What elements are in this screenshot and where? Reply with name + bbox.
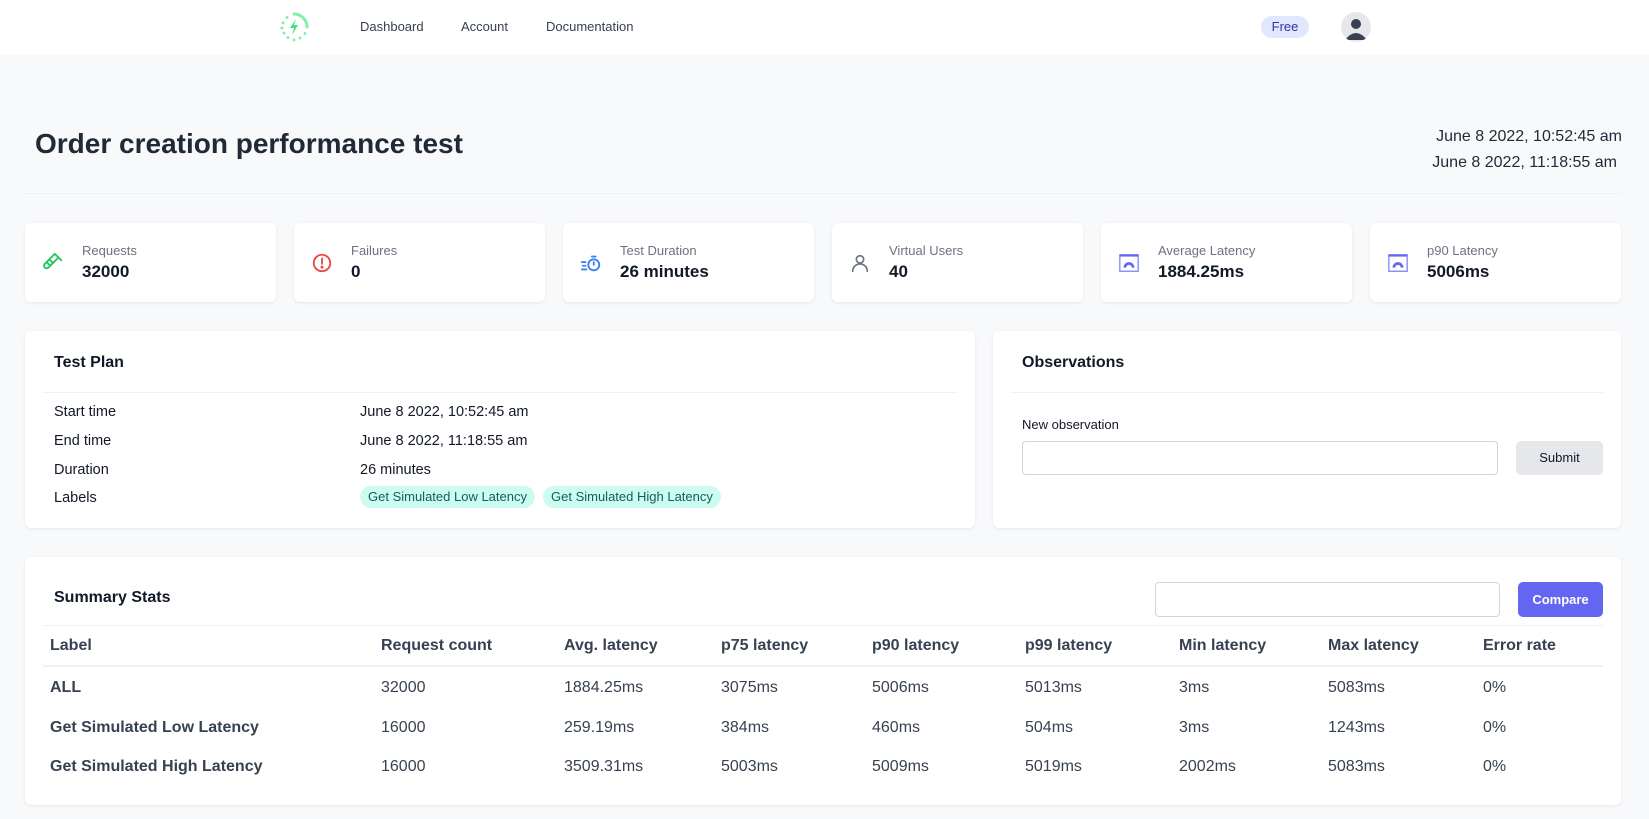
- header-dates: June 8 2022, 10:52:45 am June 8 2022, 11…: [1432, 124, 1622, 176]
- top-navbar: Dashboard Account Documentation Free: [0, 0, 1649, 55]
- stat-value: 32000: [82, 262, 130, 281]
- column-header-max-latency[interactable]: Max latency: [1328, 637, 1419, 655]
- row-error-rate: 0%: [1483, 679, 1507, 696]
- column-header-avg-latency[interactable]: Avg. latency: [564, 637, 658, 655]
- row-label: Get Simulated High Latency: [50, 758, 263, 775]
- exclamation-circle-icon: [312, 253, 332, 273]
- summary-stats-title: Summary Stats: [54, 589, 171, 606]
- stat-card-virtual-users: Virtual Users 40: [832, 223, 1083, 302]
- header-start-date: June 8 2022, 10:52:45 am: [1436, 128, 1622, 145]
- new-observation-input[interactable]: [1022, 441, 1498, 475]
- header-divider: [25, 193, 1621, 194]
- stat-label: Failures: [351, 243, 398, 258]
- stat-card-test-duration: Test Duration 26 minutes: [563, 223, 814, 302]
- row-p99-latency: 5019ms: [1025, 758, 1082, 775]
- header-end-date: June 8 2022, 11:18:55 am: [1432, 154, 1617, 171]
- row-request-count: 16000: [381, 719, 426, 736]
- row-error-rate: 0%: [1483, 719, 1507, 736]
- speedometer-icon: [1119, 254, 1139, 272]
- stat-value: 0: [351, 262, 361, 281]
- column-header-request-count[interactable]: Request count: [381, 637, 492, 655]
- nav-link-dashboard[interactable]: Dashboard: [360, 19, 424, 34]
- stat-label: Requests: [82, 243, 137, 258]
- row-p75-latency: 5003ms: [721, 758, 778, 775]
- compare-button[interactable]: Compare: [1518, 582, 1603, 617]
- column-header-p99-latency[interactable]: p99 latency: [1025, 637, 1112, 655]
- row-error-rate: 0%: [1483, 758, 1507, 775]
- column-header-p90-latency[interactable]: p90 latency: [872, 637, 959, 655]
- row-p75-latency: 3075ms: [721, 679, 778, 696]
- stopwatch-icon: [580, 255, 601, 272]
- plan-row-label: Start time: [54, 404, 117, 420]
- submit-button[interactable]: Submit: [1516, 441, 1603, 475]
- stat-card-average-latency: Average Latency 1884.25ms: [1101, 223, 1352, 302]
- row-p75-latency: 384ms: [721, 719, 770, 736]
- lightning-logo-icon[interactable]: [278, 11, 310, 43]
- test-tube-icon: [43, 252, 63, 270]
- stat-label: p90 Latency: [1427, 243, 1498, 258]
- row-label: ALL: [50, 679, 82, 696]
- page-title: Order creation performance test: [35, 128, 463, 159]
- row-min-latency: 2002ms: [1179, 758, 1236, 775]
- row-request-count: 16000: [381, 758, 426, 775]
- row-min-latency: 3ms: [1179, 719, 1210, 736]
- row-avg-latency: 259.19ms: [564, 719, 635, 736]
- test-plan-title: Test Plan: [54, 354, 124, 371]
- column-header-min-latency[interactable]: Min latency: [1179, 637, 1266, 655]
- row-p99-latency: 5013ms: [1025, 679, 1082, 696]
- row-p90-latency: 460ms: [872, 719, 921, 736]
- nav-link-documentation[interactable]: Documentation: [546, 19, 633, 34]
- row-max-latency: 1243ms: [1328, 719, 1385, 736]
- stat-value: 40: [889, 262, 908, 281]
- plan-badge: Free: [1261, 16, 1309, 38]
- stat-card-p90-latency: p90 Latency 5006ms: [1370, 223, 1621, 302]
- row-label: Get Simulated Low Latency: [50, 719, 259, 736]
- row-min-latency: 3ms: [1179, 679, 1210, 696]
- column-header-label[interactable]: Label: [50, 637, 92, 655]
- plan-row-label: End time: [54, 433, 112, 449]
- plan-row-value: June 8 2022, 10:52:45 am: [360, 404, 529, 420]
- stat-card-requests: Requests 32000: [25, 223, 276, 302]
- nav-link-account[interactable]: Account: [461, 19, 508, 34]
- user-avatar[interactable]: [1341, 12, 1371, 42]
- column-header-p75-latency[interactable]: p75 latency: [721, 637, 808, 655]
- stat-label: Average Latency: [1158, 243, 1256, 258]
- label-pill: Get Simulated Low Latency: [360, 486, 535, 508]
- stat-value: 1884.25ms: [1158, 262, 1245, 281]
- stat-value: 5006ms: [1427, 262, 1490, 281]
- table-header-divider: [43, 665, 1603, 667]
- stat-value: 26 minutes: [620, 262, 709, 281]
- panel-divider: [1011, 392, 1603, 393]
- new-observation-label: New observation: [1022, 417, 1119, 432]
- user-icon: [851, 254, 869, 273]
- label-pill: Get Simulated High Latency: [543, 486, 721, 508]
- row-p90-latency: 5009ms: [872, 758, 929, 775]
- row-max-latency: 5083ms: [1328, 758, 1385, 775]
- speedometer-icon: [1388, 254, 1408, 272]
- compare-input[interactable]: [1155, 582, 1500, 617]
- plan-row-label: Labels: [54, 490, 97, 506]
- plan-row-value: 26 minutes: [360, 462, 431, 478]
- panel-divider: [43, 625, 1603, 626]
- stat-label: Virtual Users: [889, 243, 964, 258]
- row-p99-latency: 504ms: [1025, 719, 1074, 736]
- plan-row-label: Duration: [54, 462, 109, 478]
- row-avg-latency: 3509.31ms: [564, 758, 644, 775]
- row-avg-latency: 1884.25ms: [564, 679, 644, 696]
- stat-card-failures: Failures 0: [294, 223, 545, 302]
- panel-divider: [43, 392, 957, 393]
- observations-title: Observations: [1022, 354, 1125, 371]
- plan-row-value: June 8 2022, 11:18:55 am: [360, 433, 528, 449]
- stat-label: Test Duration: [620, 243, 697, 258]
- row-request-count: 32000: [381, 679, 426, 696]
- column-header-error-rate[interactable]: Error rate: [1483, 637, 1556, 655]
- row-max-latency: 5083ms: [1328, 679, 1385, 696]
- user-avatar-icon: [1345, 19, 1367, 40]
- row-p90-latency: 5006ms: [872, 679, 929, 696]
